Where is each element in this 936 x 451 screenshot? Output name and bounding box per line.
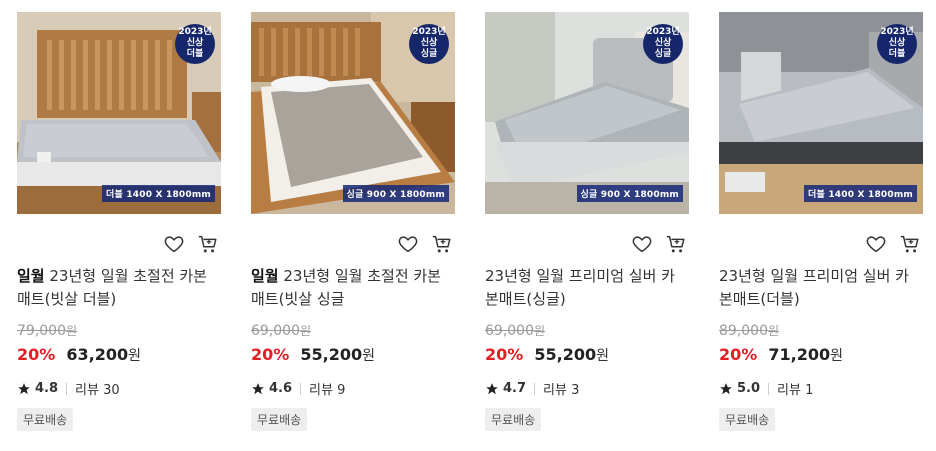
product-card[interactable]: 2023년 신상 싱글 싱글 900 X 1800mm 일월 23년형 일월 초…: [251, 12, 455, 442]
star-icon: [18, 382, 30, 394]
product-image[interactable]: 2023년 신상 싱글 싱글 900 X 1800mm: [251, 12, 455, 214]
divider: [768, 382, 770, 395]
divider: [300, 382, 302, 395]
original-price: 69,000원: [251, 323, 312, 339]
product-title[interactable]: 23년형 일월 프리미엄 실버 카 본매트(더블): [719, 265, 923, 311]
rating-value: 5.0: [737, 381, 761, 396]
free-shipping-badge: 무료배송: [485, 408, 542, 431]
original-price: 79,000원: [17, 323, 78, 339]
wishlist-heart-icon[interactable]: [865, 233, 889, 255]
rating-value: 4.6: [269, 381, 293, 396]
product-image[interactable]: 2023년 신상 더블 더블 1400 X 1800mm: [719, 12, 923, 214]
free-shipping-badge: 무료배송: [719, 408, 776, 431]
sale-price-row: 20% 55,200원: [485, 345, 610, 364]
discount-rate: 20%: [485, 345, 524, 364]
rating-value: 4.8: [35, 381, 59, 396]
sale-price: 71,200: [768, 345, 831, 364]
new-2023-badge: 2023년 신상 더블: [175, 24, 215, 64]
review-count: 리뷰 3: [543, 383, 580, 398]
star-icon: [486, 382, 498, 394]
star-icon: [720, 382, 732, 394]
product-title[interactable]: 일월 23년형 일월 초절전 카본 매트(빗살 더블): [17, 265, 221, 311]
wishlist-heart-icon[interactable]: [397, 233, 421, 255]
new-2023-badge: 2023년 신상 더블: [877, 24, 917, 64]
rating-row: 4.8 리뷰 30: [17, 379, 120, 398]
product-card[interactable]: 2023년 신상 더블 더블 1400 X 1800mm 23년형 일월 프리미…: [719, 12, 923, 442]
wishlist-heart-icon[interactable]: [163, 233, 187, 255]
review-count: 리뷰 30: [75, 383, 120, 398]
divider: [66, 382, 68, 395]
sale-price-row: 20% 71,200원: [719, 345, 844, 364]
add-to-cart-icon[interactable]: [197, 233, 221, 255]
new-2023-badge: 2023년 신상 싱글: [643, 24, 683, 64]
discount-rate: 20%: [719, 345, 758, 364]
sale-price-row: 20% 55,200원: [251, 345, 376, 364]
sale-price-row: 20% 63,200원: [17, 345, 142, 364]
discount-rate: 20%: [251, 345, 290, 364]
star-icon: [252, 382, 264, 394]
rating-row: 4.6 리뷰 9: [251, 379, 345, 398]
product-title[interactable]: 일월 23년형 일월 초절전 카본 매트(빗살 싱글: [251, 265, 455, 311]
size-label: 더블 1400 X 1800mm: [102, 185, 215, 202]
rating-row: 5.0 리뷰 1: [719, 379, 813, 398]
discount-rate: 20%: [17, 345, 56, 364]
wishlist-heart-icon[interactable]: [631, 233, 655, 255]
free-shipping-badge: 무료배송: [17, 408, 74, 431]
add-to-cart-icon[interactable]: [665, 233, 689, 255]
product-card[interactable]: 2023년 신상 더블 더블 1400 X 1800mm 일월 23년형 일월 …: [17, 12, 221, 442]
add-to-cart-icon[interactable]: [431, 233, 455, 255]
review-count: 리뷰 9: [309, 383, 346, 398]
sale-price: 63,200: [66, 345, 129, 364]
add-to-cart-icon[interactable]: [899, 233, 923, 255]
product-title[interactable]: 23년형 일월 프리미엄 실버 카 본매트(싱글): [485, 265, 689, 311]
review-count: 리뷰 1: [777, 383, 814, 398]
product-grid: 2023년 신상 더블 더블 1400 X 1800mm 일월 23년형 일월 …: [0, 0, 936, 451]
rating-value: 4.7: [503, 381, 527, 396]
sale-price: 55,200: [300, 345, 363, 364]
free-shipping-badge: 무료배송: [251, 408, 308, 431]
original-price: 69,000원: [485, 323, 546, 339]
size-label: 더블 1400 X 1800mm: [804, 185, 917, 202]
size-label: 싱글 900 X 1800mm: [576, 185, 683, 202]
product-image[interactable]: 2023년 신상 더블 더블 1400 X 1800mm: [17, 12, 221, 214]
size-label: 싱글 900 X 1800mm: [342, 185, 449, 202]
divider: [534, 382, 536, 395]
product-card[interactable]: 2023년 신상 싱글 싱글 900 X 1800mm 23년형 일월 프리미엄…: [485, 12, 689, 442]
sale-price: 55,200: [534, 345, 597, 364]
product-image[interactable]: 2023년 신상 싱글 싱글 900 X 1800mm: [485, 12, 689, 214]
new-2023-badge: 2023년 신상 싱글: [409, 24, 449, 64]
original-price: 89,000원: [719, 323, 780, 339]
rating-row: 4.7 리뷰 3: [485, 379, 579, 398]
